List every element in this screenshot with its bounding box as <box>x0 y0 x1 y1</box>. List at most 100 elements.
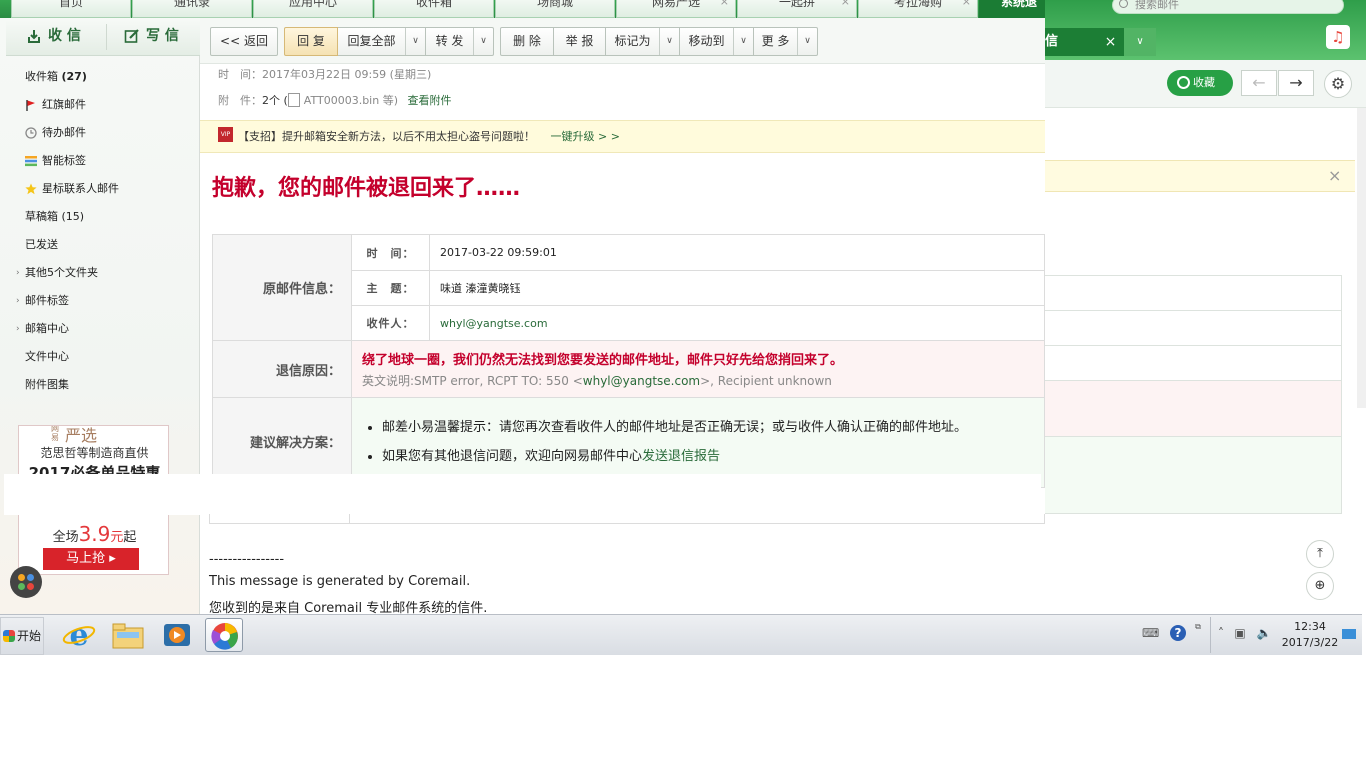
reply-button[interactable]: 回 复 <box>284 27 338 56</box>
ad-buy-button[interactable]: 马上抢 ▸ <box>43 548 139 570</box>
more-button[interactable]: 更 多 ∨ <box>754 27 818 56</box>
network-icon[interactable]: ▣ <box>1232 625 1248 641</box>
gear-icon[interactable]: ⚙ <box>1324 70 1352 98</box>
background-search-input[interactable]: 搜索邮件 <box>1112 0 1344 14</box>
chevron-down-icon[interactable]: ∨ <box>473 28 493 55</box>
tab-home[interactable]: 首页 <box>11 0 131 18</box>
recipient-link[interactable]: whyl@yangtse.com <box>440 317 548 330</box>
tab-bounce[interactable]: 系统退 <box>979 0 1045 18</box>
sidebar-action-bar: 收 信 写 信 <box>6 18 200 56</box>
sidebar-item-other-folders[interactable]: › 其他5个文件夹 <box>6 259 200 287</box>
move-to-button[interactable]: 移动到 ∨ <box>680 27 754 56</box>
tab-mall[interactable]: 场商城 <box>495 0 615 18</box>
forward-arrow-icon[interactable]: → <box>1278 70 1314 96</box>
show-desktop-icon[interactable] <box>1342 629 1356 639</box>
close-icon[interactable]: × <box>720 0 729 9</box>
windows-logo-icon <box>3 630 15 642</box>
mail-attachment-line: 附 件：2个 (ATT00003.bin 等) 查看附件 <box>218 92 452 108</box>
sidebar-item-mail-tags[interactable]: › 邮件标签 <box>6 287 200 315</box>
restore-icon[interactable]: ⧉ <box>1190 619 1206 635</box>
tab-yanxuan[interactable]: 网易严选 × <box>616 0 736 18</box>
app-launcher-icon[interactable] <box>10 566 42 598</box>
delete-button[interactable]: 删 除 <box>500 27 554 56</box>
tab-app-center[interactable]: 应用中心 <box>253 0 373 18</box>
sidebar-item-drafts[interactable]: 草稿箱 (15) <box>6 203 200 231</box>
help-icon[interactable]: ? <box>1170 625 1186 641</box>
zoom-icon[interactable]: ⊕ <box>1306 572 1334 600</box>
ad-brand-small: 网易 <box>51 425 59 442</box>
time-value: 2017年03月22日 09:59 (星期三) <box>262 68 432 81</box>
subject-value: 味道 溱潼黄晓钰 <box>429 270 1045 306</box>
system-clock[interactable]: 12:34 2017/3/22 <box>1276 619 1344 651</box>
ad-price-unit: 元 <box>110 530 124 545</box>
music-icon[interactable]: ♫ <box>1326 25 1350 49</box>
view-attachments-link[interactable]: 查看附件 <box>408 94 452 107</box>
tab-label: 首页 <box>58 0 83 9</box>
upgrade-link[interactable]: 一键升级 > > <box>551 130 620 143</box>
chevron-down-icon[interactable]: ∨ <box>797 28 817 55</box>
tab-inbox[interactable]: 收件箱 <box>374 0 494 18</box>
sidebar-item-file-center[interactable]: 文件中心 <box>6 343 200 371</box>
close-icon[interactable]: × <box>1097 28 1124 56</box>
more-label: 更 多 <box>761 34 790 48</box>
folder-icon[interactable] <box>109 618 147 652</box>
tab-yiqipin[interactable]: 一起拼 × <box>737 0 857 18</box>
collect-button[interactable]: 收藏 <box>1167 70 1233 96</box>
media-player-icon[interactable] <box>158 618 196 652</box>
mark-as-button[interactable]: 标记为 ∨ <box>606 27 680 56</box>
background-tab-letter[interactable]: 信 <box>1045 28 1097 56</box>
close-icon[interactable]: × <box>841 0 850 9</box>
send-report-link[interactable]: 发送退信报告 <box>642 449 720 464</box>
report-button[interactable]: 举 报 <box>554 27 606 56</box>
ie-browser-icon[interactable]: e <box>60 618 98 653</box>
tab-label: 收件箱 <box>415 0 452 9</box>
sidebar-item-starred[interactable]: 星标联系人邮件 <box>6 175 200 203</box>
chevron-down-icon[interactable]: ∨ <box>1124 28 1156 56</box>
background-scrollbar[interactable] <box>1357 108 1366 408</box>
reply-all-button[interactable]: 回复全部 ∨ <box>338 27 426 56</box>
forward-button[interactable]: 转 发 ∨ <box>426 27 494 56</box>
keyboard-icon[interactable]: ⌨ <box>1142 625 1159 641</box>
sidebar-item-inbox[interactable]: 收件箱 (27) <box>6 63 200 91</box>
tab-contacts[interactable]: 通讯录 <box>132 0 252 18</box>
sidebar-item-label: 草稿箱 (15) <box>25 210 85 223</box>
taskbar: 开始 e ⌨ ? ⧉ ˄ ▣ 🔈 12:34 2017/3/22 <box>0 614 1362 655</box>
sidebar-item-attachments[interactable]: 附件图集 <box>6 371 200 399</box>
scroll-top-icon[interactable]: ⤒ <box>1306 540 1334 568</box>
start-button[interactable]: 开始 <box>0 617 44 655</box>
sidebar-item-red-flag[interactable]: 红旗邮件 <box>6 91 200 119</box>
sidebar-item-smart-tags[interactable]: 智能标签 <box>6 147 200 175</box>
tab-kaola[interactable]: 考拉海购 × <box>858 0 978 18</box>
render-gap <box>5 475 200 515</box>
sidebar-item-todo[interactable]: 待办邮件 <box>6 119 200 147</box>
chevron-down-icon[interactable]: ∨ <box>659 28 679 55</box>
receive-button[interactable]: 收 信 <box>16 18 106 55</box>
time-key: 时 间： <box>351 234 430 271</box>
ad-price-line: 全场3.9元起 <box>19 522 168 546</box>
recipient-link[interactable]: whyl@yangtse.com <box>583 374 700 388</box>
sidebar-item-mail-center[interactable]: › 邮箱中心 <box>6 315 200 343</box>
close-icon[interactable]: × <box>1328 166 1341 185</box>
volume-icon[interactable]: 🔈 <box>1256 625 1272 641</box>
close-icon[interactable]: × <box>962 0 971 9</box>
reply-all-label: 回复全部 <box>347 34 396 48</box>
sidebar-item-label: 邮箱中心 <box>25 322 69 335</box>
chevron-up-icon[interactable]: ˄ <box>1213 625 1229 641</box>
chevron-down-icon[interactable]: ∨ <box>733 28 753 55</box>
vip-notice-text: 【支招】提升邮箱安全新方法，以后不用太担心盗号问题啦！ <box>238 130 535 143</box>
browser-active-icon[interactable] <box>205 618 243 652</box>
screen: 搜索邮件 信 × ∨ ♫ 收藏 ← → ⚙ × ⤒ ⊕ 首页 通讯录 应用中心 … <box>0 0 1366 768</box>
back-arrow-icon[interactable]: ← <box>1241 70 1277 96</box>
tab-label: 考拉海购 <box>893 0 942 9</box>
ad-line1: 范思哲等制造商直供 <box>40 446 149 460</box>
back-button[interactable]: << 返回 <box>210 27 278 56</box>
forward-label: 转 发 <box>435 34 464 48</box>
sidebar-item-sent[interactable]: 已发送 <box>6 231 200 259</box>
chevron-down-icon[interactable]: ∨ <box>405 28 425 55</box>
time-value: 2017-03-22 09:59:01 <box>429 234 1045 271</box>
write-button[interactable]: 写 信 <box>114 18 200 55</box>
solution-item: 如果您有其他退信问题，欢迎向网易邮件中心发送退信报告 <box>382 445 1044 464</box>
bounce-title: 抱歉，您的邮件被退回来了…… <box>212 176 521 201</box>
write-label: 写 信 <box>146 28 179 44</box>
chevron-right-icon: › <box>16 268 20 278</box>
